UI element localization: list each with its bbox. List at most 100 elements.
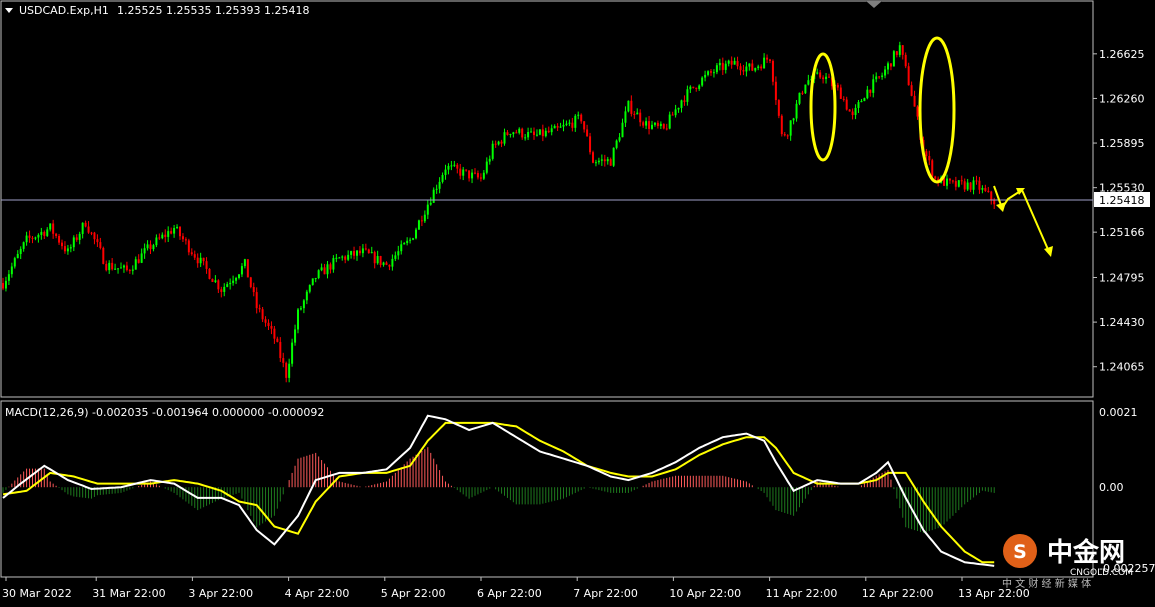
candle-body: [196, 257, 199, 264]
candle-body: [294, 329, 297, 343]
candle-body: [37, 234, 40, 238]
candle-body: [429, 202, 432, 205]
candle-body: [653, 122, 656, 125]
candle-body: [193, 254, 196, 258]
candle-body: [223, 286, 226, 292]
candle-body: [724, 63, 727, 70]
candle-body: [907, 66, 910, 86]
candle-body: [633, 113, 636, 115]
candle-body: [524, 137, 527, 139]
candle-body: [140, 253, 143, 263]
candle-body: [450, 165, 453, 167]
cngold-watermark: S 中金网 CNGOLD.COM 中 文 财 经 新 媒 体: [1002, 534, 1133, 590]
candle-body: [698, 85, 701, 89]
candle-body: [594, 162, 597, 164]
candle-body: [825, 76, 828, 80]
candle-body: [574, 115, 577, 128]
watermark-brand: 中金网: [1047, 537, 1125, 568]
candle-body: [28, 235, 31, 238]
price-pane-frame[interactable]: [0, 0, 1094, 398]
candle-body: [78, 233, 81, 240]
candle-body: [577, 114, 580, 116]
candle-body: [556, 126, 559, 128]
mt4-chart-window: 1.26625 1.26260 1.25895 1.25530 1.25166 1.247…: [0, 0, 1155, 603]
candle-body: [356, 250, 358, 256]
candle-body: [217, 280, 220, 290]
candle-body: [102, 247, 105, 264]
candle-body: [748, 63, 751, 67]
candle-body: [22, 242, 25, 249]
candle-body: [7, 274, 10, 281]
time-tick-label: 6 Apr 22:00: [477, 587, 542, 600]
candle-body: [869, 89, 872, 93]
time-tick-label: 11 Apr 22:00: [766, 587, 838, 600]
candle-body: [122, 265, 125, 268]
candle-body: [465, 169, 468, 171]
candle-body: [270, 325, 273, 329]
candle-body: [822, 77, 825, 80]
candle-body: [559, 126, 562, 128]
candle-body: [721, 62, 724, 70]
candle-body: [627, 100, 630, 112]
candle-body: [13, 258, 16, 267]
watermark-tagline: 中 文 财 经 新 媒 体: [1002, 577, 1091, 590]
candle-body: [695, 87, 698, 89]
candle-body: [164, 234, 167, 237]
candle-body: [603, 159, 606, 162]
candle-body: [597, 160, 600, 163]
candle-body: [630, 100, 633, 114]
candle-body: [901, 45, 904, 55]
candle-body: [987, 190, 990, 192]
candle-body: [485, 161, 488, 173]
candle-body: [535, 134, 538, 136]
candle-body: [712, 72, 715, 74]
current-price-label: 1.25418: [1099, 194, 1145, 207]
candle-body: [642, 122, 645, 126]
time-tick-label: 7 Apr 22:00: [573, 587, 638, 600]
candle-body: [786, 135, 789, 137]
candle-body: [491, 143, 494, 159]
candle-body: [202, 257, 205, 262]
candle-body: [550, 128, 553, 133]
candle-body: [895, 51, 898, 55]
candle-body: [677, 107, 680, 110]
candle-body: [916, 106, 919, 117]
candle-body: [420, 220, 423, 222]
candle-body: [252, 287, 255, 293]
candle-body: [497, 141, 500, 145]
candle-body: [16, 253, 19, 259]
candle-body: [299, 308, 302, 310]
candle-body: [338, 257, 341, 259]
candle-body: [671, 114, 674, 116]
candle-body: [170, 231, 173, 234]
candle-body: [898, 45, 901, 55]
candle-body: [412, 238, 415, 240]
candle-body: [857, 102, 860, 108]
candle-body: [506, 132, 509, 135]
candle-body: [288, 363, 291, 378]
candle-body: [851, 111, 854, 116]
candle-body: [612, 147, 615, 166]
candle-body: [282, 358, 285, 363]
candle-body: [373, 252, 376, 264]
candle-body: [819, 72, 822, 78]
candle-body: [704, 74, 707, 78]
candle-body: [326, 264, 329, 275]
candle-body: [804, 84, 807, 94]
ohlc-readout: 1.25525 1.25535 1.25393 1.25418: [117, 4, 309, 17]
candle-body: [364, 248, 367, 250]
candle-body: [801, 92, 804, 94]
candle-body: [305, 291, 308, 301]
candle-body: [285, 362, 288, 378]
candle-body: [158, 237, 161, 239]
macd-tick-label: 0.00: [1099, 481, 1124, 494]
candle-body: [527, 132, 530, 138]
price-tick-label: 1.24795: [1099, 272, 1145, 285]
candle-body: [69, 247, 72, 249]
candle-body: [975, 180, 978, 182]
candle-body: [766, 57, 769, 60]
time-tick-label: 10 Apr 22:00: [669, 587, 741, 600]
candle-body: [81, 222, 84, 234]
candle-body: [379, 256, 382, 265]
candle-body: [353, 251, 356, 256]
